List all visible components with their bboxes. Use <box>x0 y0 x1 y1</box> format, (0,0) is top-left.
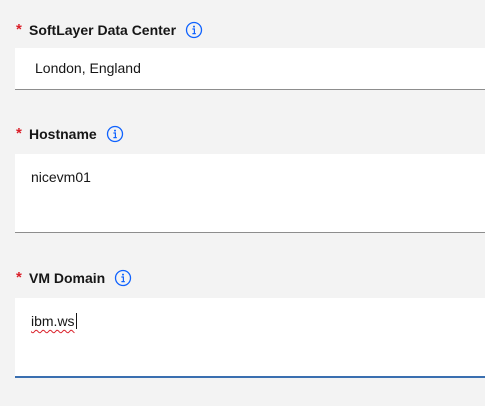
info-icon[interactable] <box>106 125 124 143</box>
hostname-value: nicevm01 <box>31 169 91 185</box>
datacenter-label: SoftLayer Data Center <box>29 22 177 38</box>
vm-domain-value: ibm.ws <box>31 313 75 329</box>
hostname-label: Hostname <box>29 126 97 142</box>
datacenter-label-row: * SoftLayer Data Center <box>16 20 203 40</box>
datacenter-value: London, England <box>35 60 141 76</box>
vm-domain-label-row: * VM Domain <box>16 268 132 288</box>
info-icon[interactable] <box>185 21 203 39</box>
vm-domain-label: VM Domain <box>29 270 106 286</box>
required-marker: * <box>16 125 22 142</box>
text-caret <box>75 313 77 329</box>
vm-domain-value-wrap: ibm.ws <box>31 312 77 330</box>
hostname-label-row: * Hostname <box>16 124 124 144</box>
hostname-field[interactable]: nicevm01 <box>15 154 485 233</box>
info-icon[interactable] <box>114 269 132 287</box>
required-marker: * <box>16 269 22 286</box>
datacenter-select[interactable]: London, England <box>15 48 485 90</box>
vm-domain-field[interactable]: ibm.ws <box>15 298 485 378</box>
required-marker: * <box>16 21 22 38</box>
vm-config-form: * SoftLayer Data Center London, England … <box>0 0 485 406</box>
